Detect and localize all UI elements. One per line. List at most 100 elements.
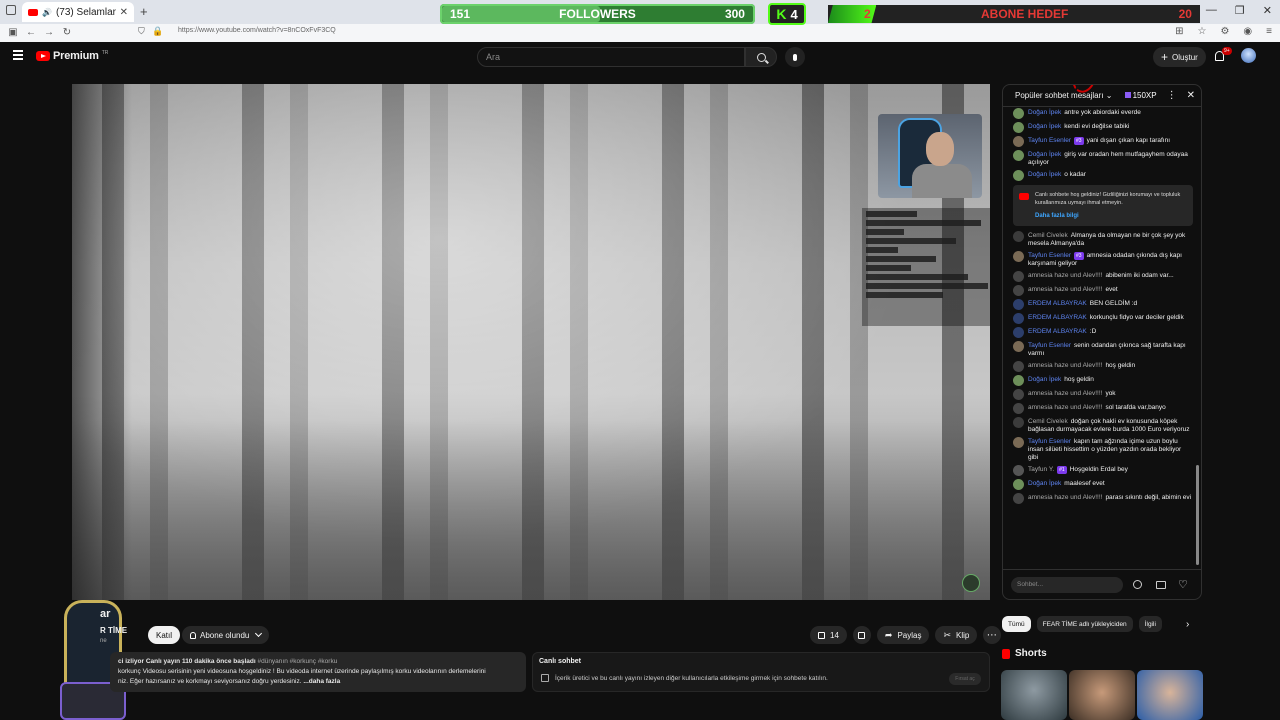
chat-input[interactable]: Sohbet... (1011, 576, 1123, 593)
short-thumbnail[interactable] (1001, 670, 1067, 720)
chat-author-name[interactable]: Tayfun Esenler (1028, 342, 1071, 349)
back-icon[interactable]: ← (22, 27, 40, 38)
chat-author-name[interactable]: Cemil Civelek (1028, 232, 1068, 239)
chat-author-name[interactable]: ERDEM ALBAYRAK (1028, 300, 1087, 307)
sidebar-toggle-icon[interactable]: ▣ (4, 27, 22, 38)
chat-author-name[interactable]: Tayfun Esenler (1028, 438, 1071, 445)
description-box[interactable]: ci izliyor Canlı yayın 110 dakika önce b… (110, 652, 526, 692)
lock-icon[interactable]: 🔒 (152, 26, 163, 37)
chat-author-name[interactable]: ERDEM ALBAYRAK (1028, 328, 1087, 335)
translate-icon[interactable]: ⊞ (1175, 26, 1183, 37)
chat-author-name[interactable]: amnesia haze und Alev!!!! (1028, 272, 1102, 279)
maximize-icon[interactable]: ❐ (1235, 4, 1245, 17)
chat-avatar[interactable] (1013, 231, 1024, 242)
chat-author-name[interactable]: amnesia haze und Alev!!!! (1028, 362, 1102, 369)
xp-badge[interactable]: 150XP (1124, 91, 1157, 100)
short-thumbnail[interactable] (1069, 670, 1135, 720)
menu-icon[interactable]: ≡ (1266, 26, 1272, 37)
chat-avatar[interactable] (1013, 417, 1024, 428)
shield-icon[interactable]: ⛉ (138, 26, 145, 37)
chat-avatar[interactable] (1013, 150, 1024, 161)
bookmark-star-icon[interactable]: ☆ (1197, 26, 1206, 37)
close-window-icon[interactable]: ✕ (1263, 4, 1272, 17)
chip-from-uploader[interactable]: FEAR TİME adlı yükleyiciden (1036, 616, 1133, 632)
chat-author-name[interactable]: amnesia haze und Alev!!!! (1028, 390, 1102, 397)
forward-icon[interactable]: → (40, 27, 58, 38)
user-avatar[interactable] (1241, 48, 1256, 63)
chat-author-name[interactable]: Doğan İpek (1028, 123, 1061, 130)
chat-avatar[interactable] (1013, 375, 1024, 386)
close-chat-icon[interactable]: ✕ (1187, 90, 1195, 101)
chat-author-name[interactable]: Doğan İpek (1028, 171, 1061, 178)
emoji-icon[interactable] (1133, 580, 1142, 589)
chat-avatar[interactable] (1013, 479, 1024, 490)
chat-avatar[interactable] (1013, 285, 1024, 296)
chat-avatar[interactable] (1013, 327, 1024, 338)
chat-author-name[interactable]: Doğan İpek (1028, 376, 1061, 383)
chat-author-name[interactable]: amnesia haze und Alev!!!! (1028, 494, 1102, 501)
chat-avatar[interactable] (1013, 313, 1024, 324)
chat-avatar[interactable] (1013, 465, 1024, 476)
account-icon[interactable]: ◉ (1243, 26, 1252, 37)
chat-avatar[interactable] (1013, 271, 1024, 282)
chat-avatar[interactable] (1013, 403, 1024, 414)
chat-author-name[interactable]: ERDEM ALBAYRAK (1028, 314, 1087, 321)
tab-list-icon[interactable] (6, 5, 16, 15)
chat-scrollbar[interactable] (1196, 465, 1199, 565)
chat-more-icon[interactable]: ⋮ (1167, 90, 1177, 101)
browser-tab[interactable]: 🔊 (73) Selamlar - YouTube ✕ (22, 2, 134, 22)
chat-avatar[interactable] (1013, 389, 1024, 400)
chat-author-name[interactable]: Doğan İpek (1028, 480, 1061, 487)
minimize-icon[interactable]: — (1206, 4, 1217, 17)
learn-more-link[interactable]: Daha fazla bilgi (1035, 212, 1187, 220)
description-tags[interactable]: #dünyanın #korkunç #korku (257, 658, 337, 665)
youtube-logo[interactable]: Premium TR (36, 50, 108, 62)
new-tab-button[interactable]: + (140, 4, 148, 19)
chat-avatar[interactable] (1013, 341, 1024, 352)
url-field[interactable]: https://www.youtube.com/watch?v=8nCOxFvF… (178, 27, 336, 34)
extensions-icon[interactable]: ⚙ (1220, 26, 1229, 37)
chat-avatar[interactable] (1013, 493, 1024, 504)
short-thumbnail[interactable] (1137, 670, 1203, 720)
join-button[interactable]: Katıl (148, 626, 181, 644)
chat-author-name[interactable]: amnesia haze und Alev!!!! (1028, 404, 1102, 411)
chevron-right-icon[interactable]: › (1186, 619, 1189, 630)
chat-author-name[interactable]: amnesia haze und Alev!!!! (1028, 286, 1102, 293)
channel-watermark-icon[interactable] (962, 574, 980, 592)
reload-icon[interactable]: ↻ (58, 27, 76, 38)
chat-avatar[interactable] (1013, 299, 1024, 310)
create-button[interactable]: + Oluştur (1153, 47, 1206, 67)
chat-author-name[interactable]: Cemil Civelek (1028, 418, 1068, 425)
chat-avatar[interactable] (1013, 122, 1024, 133)
chat-avatar[interactable] (1013, 251, 1024, 262)
video-player[interactable] (72, 84, 990, 600)
chat-avatar[interactable] (1013, 136, 1024, 147)
subscribed-button[interactable]: Abone olundu (182, 626, 270, 644)
share-button[interactable]: ➦ Paylaş (876, 626, 930, 644)
hamburger-menu-icon[interactable] (13, 50, 23, 60)
search-button[interactable] (745, 47, 777, 67)
chip-all[interactable]: Tümü (1002, 616, 1031, 632)
search-input[interactable]: Ara (477, 47, 745, 67)
show-more-link[interactable]: ...daha fazla (303, 678, 340, 685)
chat-author-name[interactable]: Doğan İpek (1028, 109, 1061, 116)
more-actions-button[interactable]: ⋯ (983, 626, 1002, 644)
heart-icon[interactable]: ♡ (1178, 578, 1188, 591)
chat-author-name[interactable]: Tayfun Y. (1028, 466, 1054, 473)
super-chat-icon[interactable] (1156, 580, 1166, 589)
dislike-button[interactable] (852, 626, 871, 644)
chat-avatar[interactable] (1013, 437, 1024, 448)
close-tab-icon[interactable]: ✕ (120, 7, 128, 18)
chip-related[interactable]: İlgili (1138, 616, 1162, 632)
chat-avatar[interactable] (1013, 170, 1024, 181)
open-chat-button[interactable]: Fırsat aç (949, 673, 981, 685)
chat-author-name[interactable]: Doğan İpek (1028, 151, 1061, 158)
voice-search-button[interactable] (785, 47, 805, 67)
speaker-icon[interactable]: 🔊 (42, 8, 52, 17)
clip-button[interactable]: ✂ Klip (935, 626, 978, 644)
chat-author-name[interactable]: Tayfun Esenler (1028, 137, 1071, 144)
chat-mode-dropdown[interactable]: Popüler sohbet mesajları ⌄ (1015, 91, 1121, 100)
channel-name[interactable]: R TİME (100, 626, 127, 635)
chat-avatar[interactable] (1013, 108, 1024, 119)
chat-author-name[interactable]: Tayfun Esenler (1028, 252, 1071, 259)
